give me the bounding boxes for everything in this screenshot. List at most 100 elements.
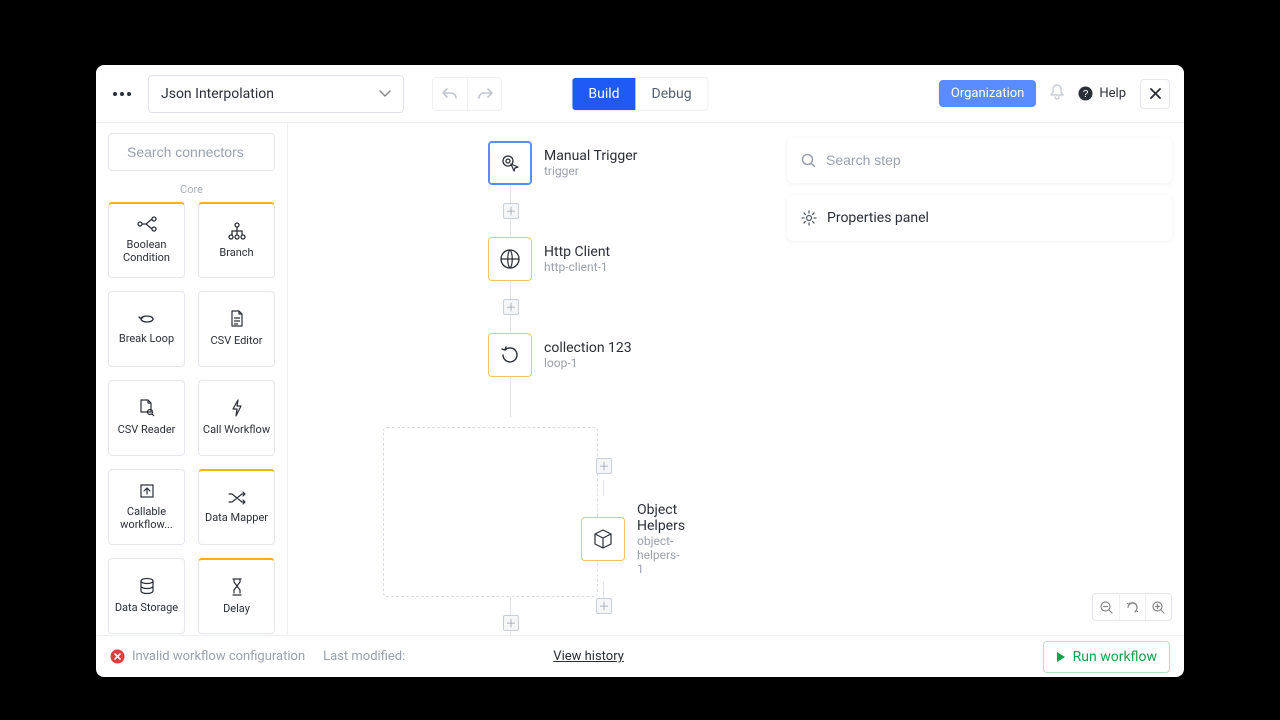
organization-pill[interactable]: Organization — [939, 80, 1036, 107]
connector-data-storage[interactable]: Data Storage — [108, 558, 185, 634]
zoom-out-icon — [1100, 601, 1113, 614]
file-search-icon — [138, 399, 156, 417]
loop-back-icon — [137, 312, 157, 326]
error-status: Invalid workflow configuration — [110, 649, 305, 664]
connector-csv-editor[interactable]: CSV Editor — [198, 291, 275, 367]
loop-icon — [499, 344, 521, 366]
loop-body: ＋ Object Helpers object-helpers-1 — [590, 458, 685, 620]
add-step-button[interactable]: ＋ — [503, 299, 519, 315]
search-icon — [801, 153, 816, 168]
connector-break-loop[interactable]: Break Loop — [108, 291, 185, 367]
node-title: Http Client — [544, 244, 610, 260]
connector-search-input[interactable] — [127, 144, 288, 160]
node-object-helpers[interactable]: Object Helpers object-helpers-1 — [581, 502, 685, 576]
close-button[interactable] — [1140, 79, 1170, 109]
connector-line — [603, 582, 604, 598]
node-icon-box — [488, 237, 532, 281]
more-menu-button[interactable] — [110, 82, 134, 106]
view-history-link[interactable]: View history — [553, 649, 624, 664]
card-label: CSV Editor — [211, 335, 263, 348]
cursor-click-icon — [499, 152, 521, 174]
upload-box-icon — [139, 483, 155, 499]
properties-panel-toggle[interactable]: Properties panel — [787, 195, 1172, 241]
undo-icon — [442, 87, 458, 101]
error-text: Invalid workflow configuration — [132, 649, 305, 664]
add-step-button[interactable]: ＋ — [596, 598, 612, 614]
app-window: Json Interpolation Build Debug Organizat… — [96, 65, 1184, 677]
workflow-name: Json Interpolation — [161, 86, 274, 102]
redo-button[interactable] — [467, 78, 501, 110]
status-bar: Invalid workflow configuration Last modi… — [96, 635, 1184, 677]
tab-debug[interactable]: Debug — [636, 78, 708, 110]
workflow-selector[interactable]: Json Interpolation — [148, 75, 404, 113]
connector-csv-reader[interactable]: CSV Reader — [108, 380, 185, 456]
card-label: CSV Reader — [118, 424, 176, 437]
branch-split-icon — [137, 216, 157, 232]
play-icon — [1056, 651, 1066, 663]
add-step-button[interactable]: ＋ — [503, 615, 519, 631]
help-label: Help — [1099, 86, 1126, 101]
node-subtitle: object-helpers-1 — [637, 534, 685, 576]
connector-line — [510, 185, 511, 203]
workflow-canvas[interactable]: Manual Trigger trigger ＋ Http Client htt… — [288, 123, 1184, 635]
hourglass-icon — [231, 578, 243, 596]
connector-line — [510, 597, 511, 615]
search-step-card[interactable] — [787, 137, 1172, 183]
connector-delay[interactable]: Delay — [198, 558, 275, 634]
run-label: Run workflow — [1073, 649, 1157, 665]
node-collection-loop[interactable]: collection 123 loop-1 — [488, 333, 908, 377]
bell-icon — [1050, 84, 1064, 100]
section-core-label: Core — [108, 183, 275, 196]
undo-redo-group — [432, 77, 502, 111]
connector-line — [510, 631, 511, 635]
connector-callable-workflow[interactable]: Callable workflow... — [108, 469, 185, 545]
card-label: Boolean Condition — [111, 239, 182, 264]
zoom-reset-button[interactable] — [1119, 594, 1145, 620]
node-icon-box — [488, 333, 532, 377]
right-panel: Properties panel — [787, 137, 1172, 241]
card-label: Data Storage — [115, 602, 178, 615]
connector-boolean-condition[interactable]: Boolean Condition — [108, 202, 185, 278]
node-subtitle: trigger — [544, 164, 637, 178]
zoom-controls — [1092, 593, 1172, 621]
connector-data-mapper[interactable]: Data Mapper — [198, 469, 275, 545]
connector-line — [510, 219, 511, 237]
card-label: Break Loop — [119, 333, 174, 346]
app-body: Core Boolean Condition Branch Break Loop… — [96, 123, 1184, 635]
connector-line — [510, 281, 511, 299]
node-title: Object Helpers — [637, 502, 685, 534]
add-step-button[interactable]: ＋ — [503, 203, 519, 219]
lightning-icon — [231, 399, 243, 417]
node-icon-box — [488, 141, 532, 185]
node-title: collection 123 — [544, 340, 632, 356]
connector-sidebar: Core Boolean Condition Branch Break Loop… — [96, 123, 288, 635]
zoom-in-button[interactable] — [1145, 594, 1171, 620]
connector-branch[interactable]: Branch — [198, 202, 275, 278]
close-icon — [1150, 88, 1161, 99]
help-icon: ? — [1078, 86, 1093, 101]
undo-button[interactable] — [433, 78, 467, 110]
tab-build[interactable]: Build — [572, 78, 635, 110]
connector-call-workflow[interactable]: Call Workflow — [198, 380, 275, 456]
run-workflow-button[interactable]: Run workflow — [1043, 641, 1170, 673]
properties-label: Properties panel — [827, 210, 929, 226]
search-step-input[interactable] — [826, 152, 1158, 168]
add-step-button[interactable]: ＋ — [596, 458, 612, 474]
node-http-client[interactable]: Http Client http-client-1 — [488, 237, 908, 281]
last-modified-label: Last modified: — [323, 649, 405, 664]
card-label: Data Mapper — [205, 512, 268, 525]
zoom-out-button[interactable] — [1093, 594, 1119, 620]
notifications-button[interactable] — [1050, 84, 1064, 104]
database-icon — [139, 577, 155, 595]
card-label: Call Workflow — [203, 424, 270, 437]
toolbar-right: Organization ? Help — [939, 79, 1170, 109]
mode-tabs: Build Debug — [571, 77, 708, 111]
redo-icon — [477, 87, 493, 101]
card-label: Branch — [219, 247, 253, 260]
help-button[interactable]: ? Help — [1078, 86, 1126, 101]
node-icon-box — [581, 517, 625, 561]
refresh-icon — [1126, 601, 1139, 614]
zoom-in-icon — [1152, 601, 1165, 614]
cube-icon — [592, 528, 614, 550]
connector-search[interactable] — [108, 133, 275, 171]
